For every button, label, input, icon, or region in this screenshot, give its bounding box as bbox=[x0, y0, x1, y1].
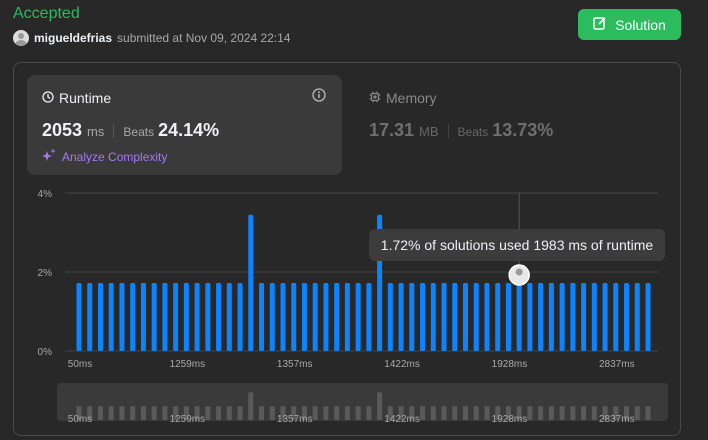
scrubber-bar bbox=[420, 406, 426, 420]
scrubber-bar bbox=[312, 406, 318, 420]
scrubber-bar bbox=[366, 406, 372, 420]
scrubber-bar bbox=[581, 406, 587, 420]
range-scrubber-bars: 50ms 1259ms 1357ms 1422ms 1928ms 2837ms bbox=[68, 392, 651, 425]
scrubber-bar bbox=[527, 406, 533, 420]
scrubber-bar bbox=[216, 406, 222, 420]
scrubber-bar bbox=[548, 406, 554, 420]
scrubber-bar bbox=[462, 406, 468, 420]
scrubber-bar bbox=[97, 406, 103, 420]
scrubber-bar bbox=[140, 406, 146, 420]
scrubber-bar bbox=[162, 406, 168, 420]
scrubber-bar bbox=[570, 406, 576, 420]
scrubber-bar bbox=[377, 392, 383, 420]
scrubber-tick-label: 2837ms bbox=[599, 414, 635, 425]
scrubber-bar bbox=[591, 406, 597, 420]
scrubber-bar bbox=[559, 406, 565, 420]
scrubber-bar bbox=[355, 406, 361, 420]
scrubber-bar bbox=[259, 406, 265, 420]
scrubber-bar bbox=[538, 406, 544, 420]
scrubber-bar bbox=[269, 406, 275, 420]
scrubber-tick-label: 1357ms bbox=[277, 414, 313, 425]
scrubber-bar bbox=[205, 406, 211, 420]
scrubber-bar bbox=[441, 406, 447, 420]
scrubber-bar bbox=[248, 392, 254, 420]
scrubber-bar bbox=[119, 406, 125, 420]
scrubber-bar bbox=[237, 406, 243, 420]
scrubber-tick-label: 1422ms bbox=[384, 414, 420, 425]
scrubber-tick-label: 50ms bbox=[68, 414, 92, 425]
scrubber-bar bbox=[645, 406, 651, 420]
scrubber-bar bbox=[430, 406, 436, 420]
scrubber-tick-label: 1928ms bbox=[492, 414, 528, 425]
scrubber-bar bbox=[452, 406, 458, 420]
scrubber-bar bbox=[130, 406, 136, 420]
scrubber-bar bbox=[108, 406, 114, 420]
scrubber-bar bbox=[344, 406, 350, 420]
scrubber-bar bbox=[634, 406, 640, 420]
scrubber-bar bbox=[323, 406, 329, 420]
scrubber-bar bbox=[334, 406, 340, 420]
scrubber-bar bbox=[473, 406, 479, 420]
scrubber-tick-label: 1259ms bbox=[170, 414, 206, 425]
scrubber-bar bbox=[484, 406, 490, 420]
scrubber-bar bbox=[151, 406, 157, 420]
chart-tooltip: 1.72% of solutions used 1983 ms of runti… bbox=[369, 229, 665, 261]
scrubber-bar bbox=[226, 406, 232, 420]
